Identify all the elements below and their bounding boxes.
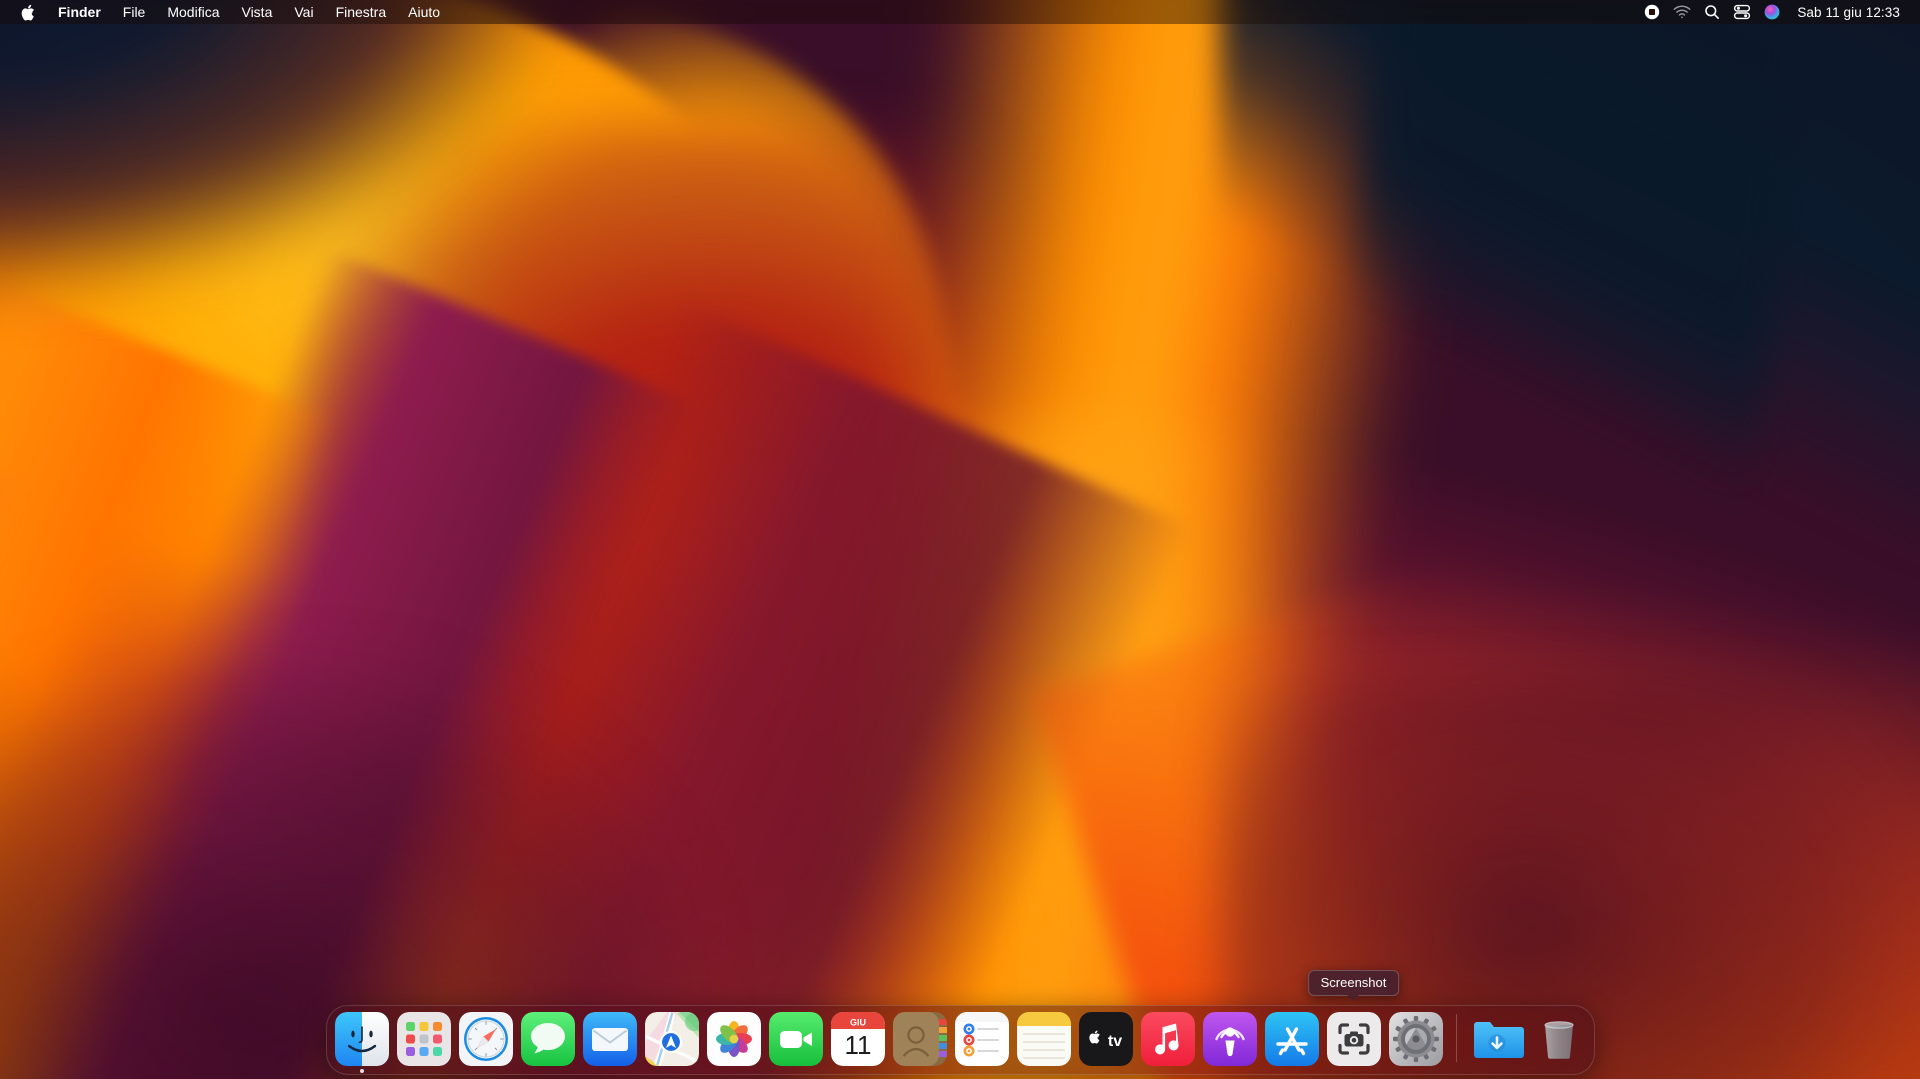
safari-icon (458, 1012, 513, 1066)
dock-item-trash[interactable] (1532, 1012, 1586, 1066)
desktop-wallpaper (0, 0, 1920, 1079)
launchpad-icon (396, 1012, 451, 1066)
mail-icon (582, 1012, 637, 1066)
dock-item-maps[interactable] (644, 1012, 699, 1066)
contacts-icon (892, 1012, 947, 1066)
dock-item-mail[interactable] (582, 1012, 637, 1066)
dock-container: GIU 11 tv Screenshot (0, 970, 1920, 1075)
system-settings-icon (1388, 1012, 1443, 1066)
siri-icon[interactable] (1757, 1, 1787, 23)
dock-item-apple-tv[interactable]: tv (1078, 1012, 1133, 1066)
control-center-icon[interactable] (1727, 1, 1757, 23)
dock-item-messages[interactable] (520, 1012, 575, 1066)
wifi-icon[interactable] (1667, 1, 1697, 23)
maps-icon (644, 1012, 699, 1066)
dock-item-photos[interactable] (706, 1012, 761, 1066)
dock-tooltip: Screenshot (1307, 970, 1400, 996)
dock: GIU 11 tv Screenshot (325, 970, 1595, 1075)
downloads-folder-icon (1470, 1012, 1524, 1066)
menu-item-finder[interactable]: Finder (47, 2, 112, 22)
screen-recording-icon[interactable] (1637, 1, 1667, 23)
dock-item-contacts[interactable] (892, 1012, 947, 1066)
dock-item-safari[interactable] (458, 1012, 513, 1066)
menu-item-vai[interactable]: Vai (283, 2, 324, 22)
dock-item-screenshot[interactable]: Screenshot (1307, 970, 1400, 1066)
dock-item-downloads[interactable] (1470, 1012, 1524, 1066)
apple-tv-label: tv (1107, 1033, 1121, 1050)
menu-item-modifica[interactable]: Modifica (156, 2, 230, 22)
menu-bar-status-area: Sab 11 giu 12:33 (1637, 1, 1920, 23)
apple-logo-icon[interactable] (14, 2, 47, 22)
calendar-month-text: GIU (849, 1018, 865, 1028)
menu-bar: Finder File Modifica Vista Vai Finestra … (0, 0, 1920, 24)
dock-item-system-settings[interactable] (1388, 1012, 1443, 1066)
music-icon (1140, 1012, 1195, 1066)
app-store-icon (1264, 1012, 1319, 1066)
dock-item-app-store[interactable] (1264, 1012, 1319, 1066)
screenshot-icon (1326, 1012, 1381, 1066)
menu-bar-clock[interactable]: Sab 11 giu 12:33 (1787, 5, 1906, 20)
trash-icon (1532, 1012, 1586, 1066)
dock-item-music[interactable] (1140, 1012, 1195, 1066)
menu-bar-left: Finder File Modifica Vista Vai Finestra … (0, 2, 451, 22)
dock-separator (1455, 1013, 1457, 1062)
messages-icon (520, 1012, 575, 1066)
running-indicator (359, 1069, 364, 1073)
spotlight-search-icon[interactable] (1697, 1, 1727, 23)
menu-item-file[interactable]: File (112, 2, 157, 22)
apple-tv-icon: tv (1078, 1012, 1133, 1066)
facetime-icon (768, 1012, 823, 1066)
dock-item-reminders[interactable] (954, 1012, 1009, 1066)
podcasts-icon (1202, 1012, 1257, 1066)
menu-item-vista[interactable]: Vista (230, 2, 283, 22)
dock-item-calendar[interactable]: GIU 11 (830, 1012, 885, 1066)
notes-icon (1016, 1012, 1071, 1066)
calendar-icon: GIU 11 (830, 1012, 885, 1066)
desktop-screen: Finder File Modifica Vista Vai Finestra … (0, 0, 1920, 1079)
menu-item-aiuto[interactable]: Aiuto (397, 2, 451, 22)
photos-icon (706, 1012, 761, 1066)
dock-item-notes[interactable] (1016, 1012, 1071, 1066)
finder-icon (334, 1012, 389, 1066)
dock-item-finder[interactable] (334, 1012, 389, 1073)
dock-item-podcasts[interactable] (1202, 1012, 1257, 1066)
dock-item-launchpad[interactable] (396, 1012, 451, 1066)
menu-item-finestra[interactable]: Finestra (325, 2, 398, 22)
reminders-icon (954, 1012, 1009, 1066)
dock-item-facetime[interactable] (768, 1012, 823, 1066)
calendar-day-text: 11 (844, 1030, 871, 1060)
